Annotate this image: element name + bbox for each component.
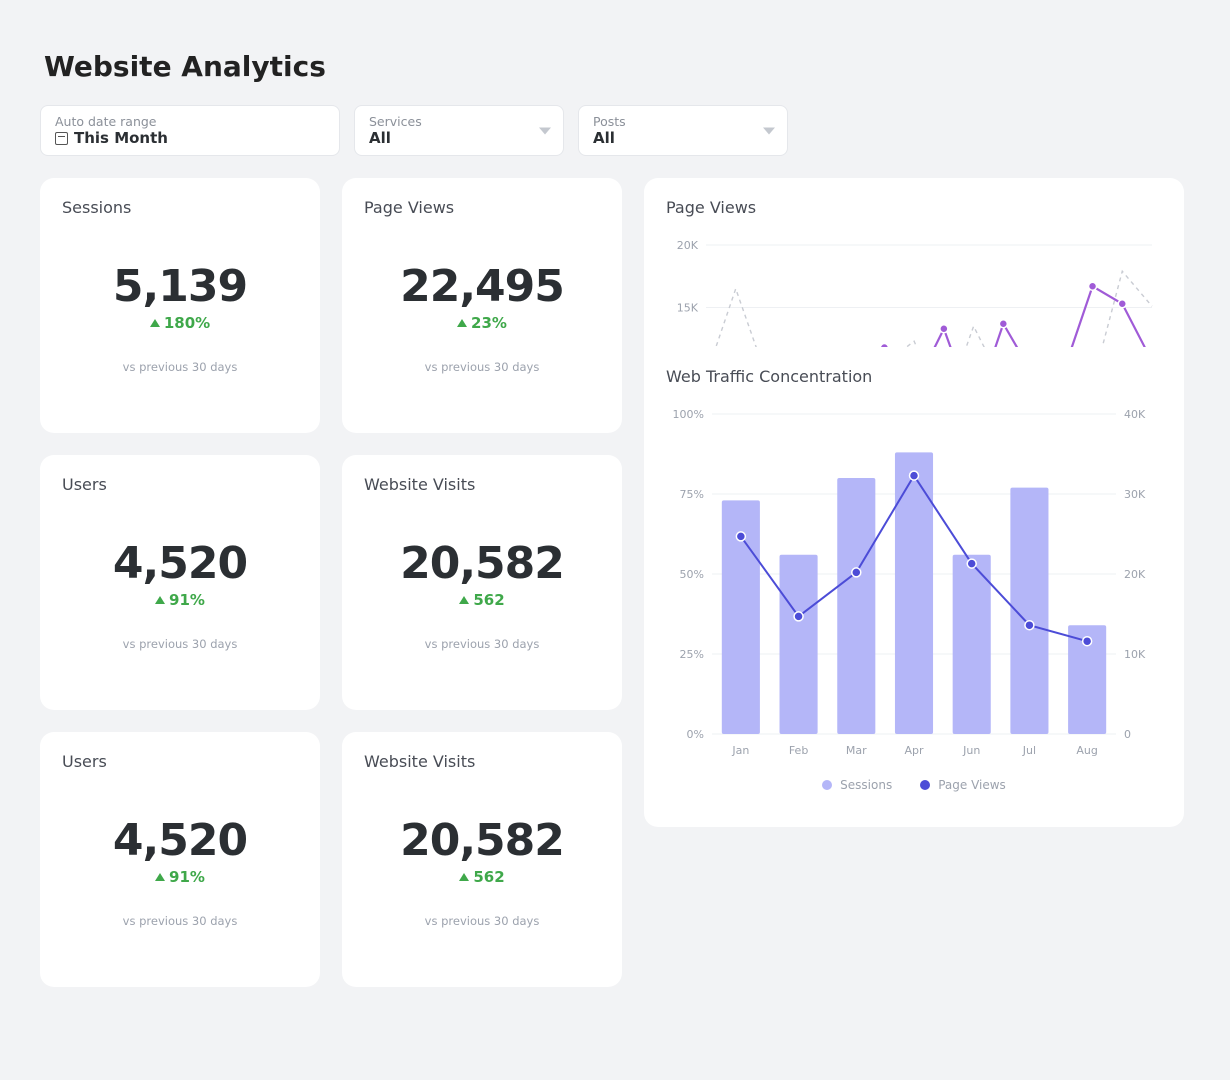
- stat-subtext: vs previous 30 days: [123, 914, 238, 928]
- stat-subtext: vs previous 30 days: [425, 914, 540, 928]
- svg-text:50%: 50%: [680, 568, 704, 581]
- arrow-up-icon: [155, 596, 165, 604]
- posts-filter[interactable]: Posts All: [578, 105, 788, 156]
- svg-text:25%: 25%: [680, 648, 704, 661]
- stat-card-website-visits-2: Website Visits 20,582 562 vs previous 30…: [342, 732, 622, 987]
- date-range-value: This Month: [74, 129, 168, 147]
- svg-text:20K: 20K: [1124, 568, 1146, 581]
- svg-text:Aug: Aug: [1076, 744, 1097, 757]
- chart-title: Page Views: [666, 198, 1162, 217]
- stat-title: Website Visits: [364, 752, 600, 771]
- svg-text:10K: 10K: [1124, 648, 1146, 661]
- stat-delta: 23%: [457, 314, 507, 332]
- svg-text:40K: 40K: [1124, 408, 1146, 421]
- date-range-filter[interactable]: Auto date range This Month: [40, 105, 340, 156]
- page-title: Website Analytics: [44, 50, 1186, 83]
- svg-text:20K: 20K: [677, 239, 699, 252]
- svg-text:Mar: Mar: [846, 744, 867, 757]
- stat-title: Sessions: [62, 198, 298, 217]
- arrow-up-icon: [150, 319, 160, 327]
- stat-card-sessions: Sessions 5,139 180% vs previous 30 days: [40, 178, 320, 433]
- stat-title: Page Views: [364, 198, 600, 217]
- stat-card-users: Users 4,520 91% vs previous 30 days: [40, 455, 320, 710]
- chevron-down-icon: [763, 127, 775, 134]
- chart-legend: Sessions Page Views: [666, 778, 1162, 792]
- web-traffic-chart: 0% 0 25% 10K 50% 20K 75% 30K 100% 40K Jan Feb Mar Apr…: [666, 404, 1162, 764]
- svg-text:75%: 75%: [680, 488, 704, 501]
- stat-subtext: vs previous 30 days: [425, 360, 540, 374]
- stat-card-page-views: Page Views 22,495 23% vs previous 30 day…: [342, 178, 622, 433]
- stat-value: 4,520: [113, 538, 247, 589]
- arrow-up-icon: [459, 596, 469, 604]
- svg-text:15K: 15K: [677, 302, 699, 315]
- stat-title: Users: [62, 752, 298, 771]
- svg-text:Jul: Jul: [1022, 744, 1036, 757]
- filter-bar: Auto date range This Month Services All …: [40, 105, 1190, 156]
- posts-label: Posts: [593, 114, 773, 129]
- date-range-label: Auto date range: [55, 114, 325, 129]
- services-filter[interactable]: Services All: [354, 105, 564, 156]
- calendar-icon: [55, 132, 68, 145]
- stat-subtext: vs previous 30 days: [425, 637, 540, 651]
- chart-title: Web Traffic Concentration: [666, 367, 1162, 386]
- stat-card-users-2: Users 4,520 91% vs previous 30 days: [40, 732, 320, 987]
- chevron-down-icon: [539, 127, 551, 134]
- stat-delta: 562: [459, 868, 504, 886]
- svg-text:0%: 0%: [687, 728, 704, 741]
- svg-text:Jan: Jan: [731, 744, 749, 757]
- stat-value: 22,495: [400, 261, 564, 312]
- svg-text:100%: 100%: [673, 408, 704, 421]
- legend-sessions: Sessions: [822, 778, 892, 792]
- arrow-up-icon: [457, 319, 467, 327]
- svg-text:Apr: Apr: [904, 744, 924, 757]
- stat-subtext: vs previous 30 days: [123, 637, 238, 651]
- stat-value: 20,582: [400, 538, 564, 589]
- stat-delta: 91%: [155, 591, 205, 609]
- stat-delta: 91%: [155, 868, 205, 886]
- services-value: All: [369, 129, 391, 147]
- svg-text:0: 0: [1124, 728, 1131, 741]
- stat-title: Website Visits: [364, 475, 600, 494]
- web-traffic-chart-card: Web Traffic Concentration 0% 0 25% 10K 50% 20…: [644, 347, 1184, 827]
- stat-card-website-visits: Website Visits 20,582 562 vs previous 30…: [342, 455, 622, 710]
- stat-delta: 562: [459, 591, 504, 609]
- stat-value: 4,520: [113, 815, 247, 866]
- stat-delta: 180%: [150, 314, 210, 332]
- arrow-up-icon: [155, 873, 165, 881]
- svg-text:Jun: Jun: [962, 744, 980, 757]
- arrow-up-icon: [459, 873, 469, 881]
- posts-value: All: [593, 129, 615, 147]
- services-label: Services: [369, 114, 549, 129]
- stat-title: Users: [62, 475, 298, 494]
- stat-value: 20,582: [400, 815, 564, 866]
- stat-subtext: vs previous 30 days: [123, 360, 238, 374]
- stat-value: 5,139: [113, 261, 247, 312]
- svg-text:Feb: Feb: [789, 744, 808, 757]
- legend-pageviews: Page Views: [920, 778, 1006, 792]
- svg-text:30K: 30K: [1124, 488, 1146, 501]
